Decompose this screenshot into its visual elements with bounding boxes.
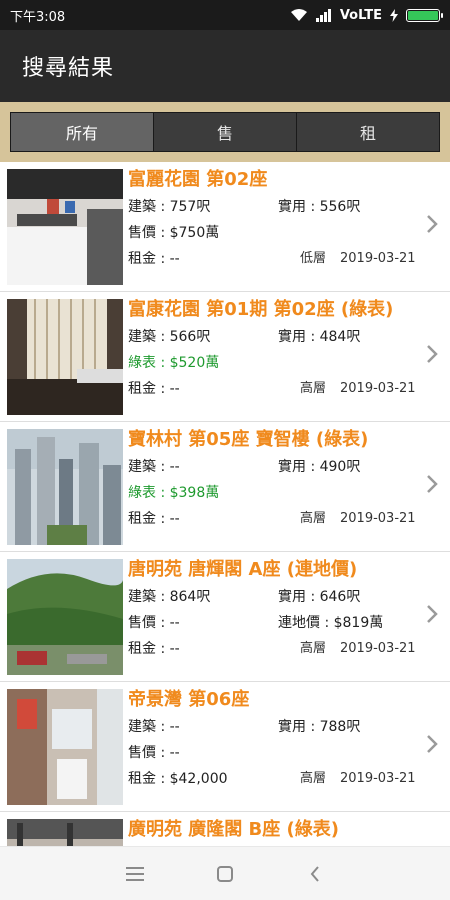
listing-date: 2019-03-21 [340,381,416,396]
home-square-icon[interactable] [213,862,237,886]
listing-title: 帝景灣 第06座 [128,689,250,710]
sale-price: 售價 : -- [128,615,180,631]
listing-title: 富麗花園 第02座 [128,169,268,190]
tab-rent[interactable]: 租 [296,113,439,151]
land-premium-price [278,350,422,376]
signal-icon [315,8,331,22]
chevron-right-icon[interactable] [426,604,438,624]
floor-level: 高層 [300,771,327,786]
listing-row[interactable]: 帝景灣 第06座建築 : -- 實用 : 788呎售價 : -- 租金 : $42,… [0,682,450,812]
page-title: 搜尋結果 [22,56,115,81]
tab-all[interactable]: 所有 [11,113,153,151]
listing-row[interactable]: 唐明苑 唐輝閣 A座 (連地價) 建築 : 864呎 實用 : 646呎售價 : -… [0,552,450,682]
listing-title: 廣明苑 廣隆閣 B座 (綠表) [128,819,339,840]
gross-area: 建築 : -- [128,719,180,735]
listing-photo [7,429,123,545]
sale-price: 綠表 : $398萬 [128,485,220,501]
filter-tabs-container: 所有 售 租 [0,102,450,162]
gross-area: 建築 : 566呎 [128,329,211,345]
listing-date: 2019-03-21 [340,251,416,266]
listing-photo [7,819,123,846]
rent-price: 租金 : $42,000 [128,771,228,787]
battery-icon [406,8,443,22]
listing-title: 唐明苑 唐輝閣 A座 (連地價) [128,559,358,580]
listing-date: 2019-03-21 [340,511,416,526]
saleable-area: 實用 : 556呎 [278,199,361,215]
listing-row[interactable]: 富康花園 第01期 第02座 (綠表) 建築 : 566呎 實用 : 484呎綠表 … [0,292,450,422]
gross-area: 建築 : -- [128,459,180,475]
chevron-right-icon[interactable] [426,474,438,494]
system-nav-bar [0,846,450,900]
land-premium-price [278,220,422,246]
listing-title: 寶林村 第05座 寶智樓 (綠表) [128,429,369,450]
status-bar: 下午3:08 VoLTE [0,0,450,30]
chevron-right-icon[interactable] [426,214,438,234]
rent-price [128,844,278,846]
listing-photo [7,169,123,285]
network-label: VoLTE [339,7,382,23]
chevron-right-icon[interactable] [426,734,438,754]
status-time: 下午3:08 [10,9,66,25]
listing-row[interactable]: 廣明苑 廣隆閣 B座 (綠表) [0,812,450,846]
listing-list[interactable]: 富麗花園 第02座建築 : 757呎 實用 : 556呎售價 : $750萬 租金 … [0,162,450,846]
floor-level: 高層 [300,381,327,396]
wifi-icon [290,9,307,21]
listing-photo [7,299,123,415]
gross-area: 建築 : 864呎 [128,589,211,605]
listing-row[interactable]: 寶林村 第05座 寶智樓 (綠表) 建築 : -- 實用 : 490呎綠表 : $3… [0,422,450,552]
bolt-icon [390,8,398,22]
rent-price: 租金 : -- [128,381,180,397]
tab-sale[interactable]: 售 [153,113,296,151]
chevron-right-icon[interactable] [426,344,438,364]
sale-price: 售價 : -- [128,745,180,761]
sale-price: 售價 : $750萬 [128,225,220,241]
floor-level: 高層 [300,511,327,526]
listing-row[interactable]: 富麗花園 第02座建築 : 757呎 實用 : 556呎售價 : $750萬 租金 … [0,162,450,292]
menu-icon[interactable] [123,862,147,886]
back-chevron-icon[interactable] [303,862,327,886]
listing-title: 富康花園 第01期 第02座 (綠表) [128,299,394,320]
saleable-area: 實用 : 484呎 [278,329,361,345]
floor-level: 高層 [300,641,327,656]
saleable-area: 實用 : 646呎 [278,589,361,605]
saleable-area: 實用 : 788呎 [278,719,361,735]
sale-price: 綠表 : $520萬 [128,355,220,371]
listing-date: 2019-03-21 [340,771,416,786]
listing-photo [7,689,123,805]
floor-level: 低層 [300,251,327,266]
app-bar: 搜尋結果 [0,30,450,102]
filter-tabs: 所有 售 租 [10,112,440,152]
rent-price: 租金 : -- [128,511,180,527]
land-premium-price [278,740,422,766]
land-premium-price [278,480,422,506]
gross-area: 建築 : 757呎 [128,199,211,215]
rent-price: 租金 : -- [128,641,180,657]
listing-photo [7,559,123,675]
listing-date: 2019-03-21 [340,641,416,656]
land-premium-price: 連地價 : $819萬 [278,615,384,631]
saleable-area: 實用 : 490呎 [278,459,361,475]
rent-price: 租金 : -- [128,251,180,267]
